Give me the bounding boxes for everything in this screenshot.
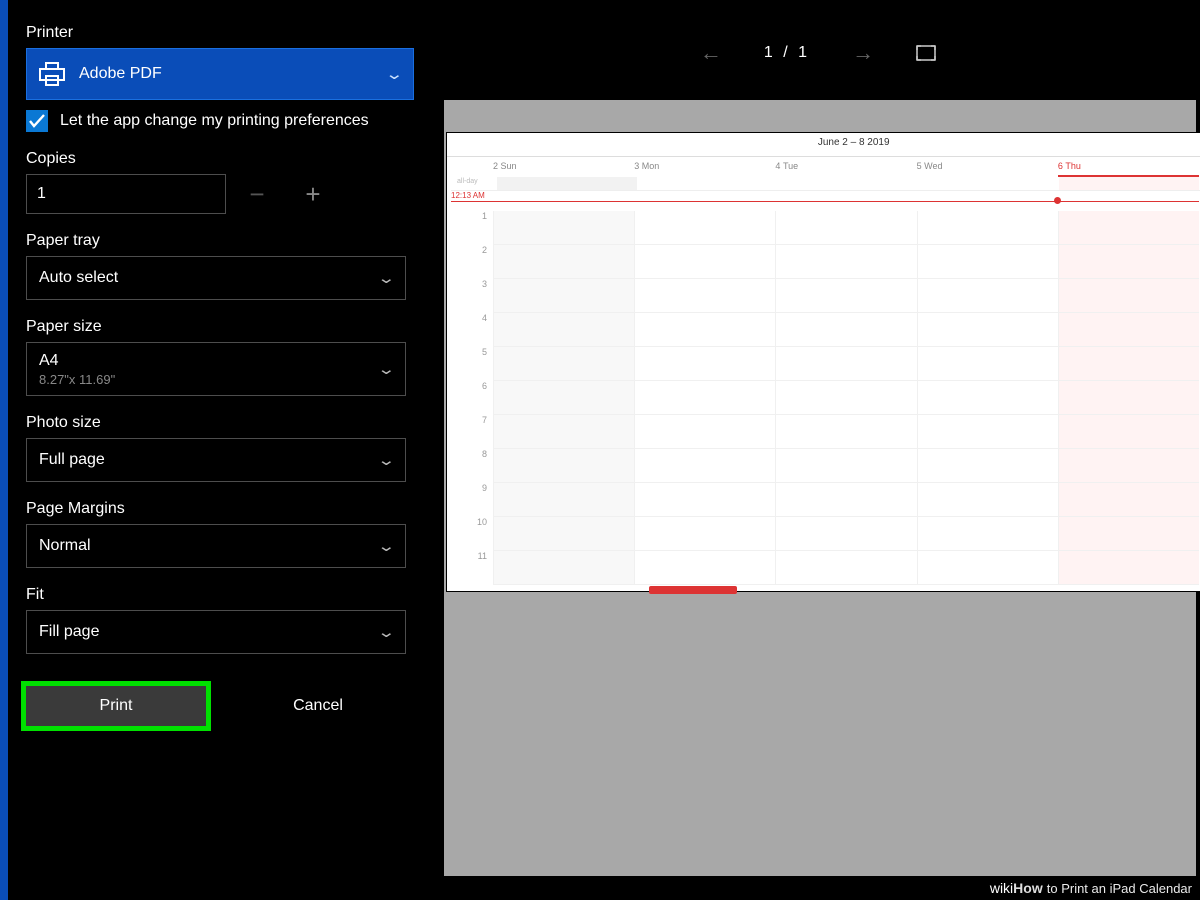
printer-value: Adobe PDF — [79, 65, 162, 83]
page-margins-label: Page Margins — [26, 500, 410, 518]
preview-toolbar: ← 1 / 1 → — [428, 0, 1200, 70]
calendar-today-highlight — [649, 586, 737, 594]
chevron-down-icon: ⌄ — [377, 269, 396, 287]
calendar-grid — [493, 211, 1199, 585]
cancel-button[interactable]: Cancel — [228, 686, 408, 726]
copies-section: Copies 1 − + — [26, 150, 410, 214]
printer-select[interactable]: Adobe PDF ⌄ — [26, 48, 414, 100]
change-prefs-row[interactable]: Let the app change my printing preferenc… — [26, 110, 410, 132]
paper-size-section: Paper size A4 8.27"x 11.69" ⌄ — [26, 318, 410, 396]
copies-decrement[interactable]: − — [232, 174, 282, 214]
next-page-button[interactable]: → — [844, 36, 882, 70]
print-dialog: Printer Adobe PDF ⌄ — [0, 0, 1200, 900]
photo-size-select[interactable]: Full page ⌄ — [26, 438, 406, 482]
print-options-panel: Printer Adobe PDF ⌄ — [8, 0, 428, 900]
paper-tray-select[interactable]: Auto select ⌄ — [26, 256, 406, 300]
paper-tray-label: Paper tray — [26, 232, 410, 250]
calendar-preview: June 2 – 8 2019 2 Sun 3 Mon 4 Tue 5 Wed … — [447, 133, 1200, 591]
calendar-day-headers: 2 Sun 3 Mon 4 Tue 5 Wed 6 Thu — [493, 157, 1199, 177]
calendar-date-range: June 2 – 8 2019 — [818, 137, 890, 148]
chevron-down-icon: ⌄ — [385, 65, 404, 83]
chevron-down-icon: ⌄ — [377, 451, 396, 469]
printer-section: Printer Adobe PDF ⌄ — [26, 24, 410, 132]
copies-input[interactable]: 1 — [26, 174, 226, 214]
fit-label: Fit — [26, 586, 410, 604]
prev-page-button[interactable]: ← — [692, 36, 730, 70]
page-margins-select[interactable]: Normal ⌄ — [26, 524, 406, 568]
chevron-down-icon: ⌄ — [377, 537, 396, 555]
calendar-now-dot — [1054, 197, 1061, 204]
calendar-hour-labels: 1 2 3 4 5 6 7 8 9 10 11 — [451, 211, 493, 585]
photo-size-section: Photo size Full page ⌄ — [26, 414, 410, 482]
fit-section: Fit Fill page ⌄ — [26, 586, 410, 654]
printer-label: Printer — [26, 24, 410, 42]
paper-size-label: Paper size — [26, 318, 410, 336]
change-prefs-checkbox[interactable] — [26, 110, 48, 132]
wikihow-watermark: wikiHow to Print an iPad Calendar — [990, 880, 1192, 896]
paper-tray-section: Paper tray Auto select ⌄ — [26, 232, 410, 300]
page-margins-section: Page Margins Normal ⌄ — [26, 500, 410, 568]
printer-icon — [39, 62, 65, 86]
fullscreen-button[interactable] — [916, 45, 936, 61]
photo-size-label: Photo size — [26, 414, 410, 432]
change-prefs-label: Let the app change my printing preferenc… — [60, 110, 369, 132]
page-counter: 1 / 1 — [764, 44, 810, 62]
fit-select[interactable]: Fill page ⌄ — [26, 610, 406, 654]
preview-page: June 2 – 8 2019 2 Sun 3 Mon 4 Tue 5 Wed … — [446, 132, 1200, 592]
calendar-allday-row: all-day — [451, 177, 1200, 191]
preview-pane: ← 1 / 1 → June 2 – 8 2019 2 Sun — [428, 0, 1200, 900]
calendar-now-line — [451, 201, 1199, 202]
copies-label: Copies — [26, 150, 410, 168]
chevron-down-icon: ⌄ — [377, 360, 396, 378]
paper-size-select[interactable]: A4 8.27"x 11.69" ⌄ — [26, 342, 406, 396]
dialog-footer: Print Cancel — [26, 686, 410, 726]
chevron-down-icon: ⌄ — [377, 623, 396, 641]
window-accent-strip — [0, 0, 8, 900]
print-button[interactable]: Print — [26, 686, 206, 726]
copies-increment[interactable]: + — [288, 174, 338, 214]
calendar-now-time: 12:13 AM — [451, 191, 485, 200]
